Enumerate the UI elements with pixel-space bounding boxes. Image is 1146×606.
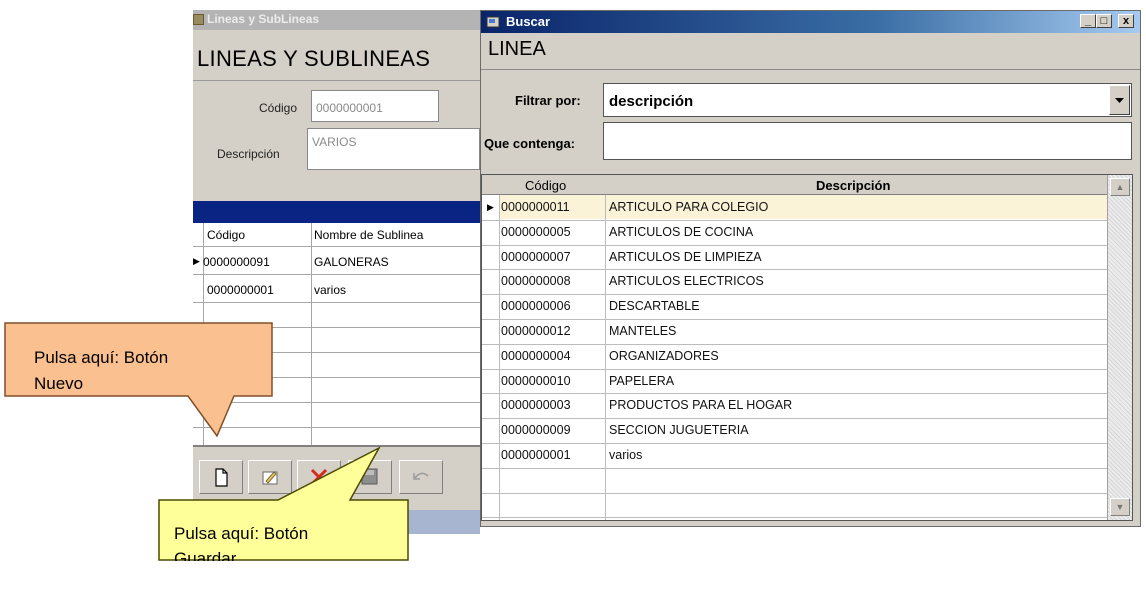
callout-guardar-line2: Guardar bbox=[174, 549, 237, 561]
callout-layer bbox=[4, 322, 409, 561]
callout-guardar-line1: Pulsa aquí: Botón bbox=[174, 524, 309, 543]
callout-nuevo-line1: Pulsa aquí: Botón bbox=[34, 348, 169, 367]
callout-nuevo-line2: Nuevo bbox=[34, 374, 84, 392]
